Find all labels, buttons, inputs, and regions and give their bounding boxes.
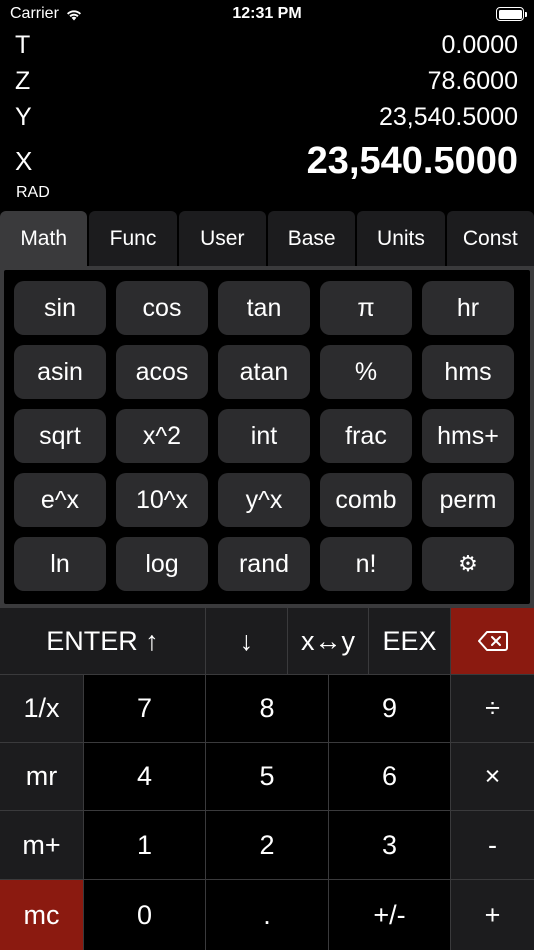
log-button[interactable]: log [116, 537, 208, 591]
hms-button[interactable]: hms [422, 345, 514, 399]
tab-base[interactable]: Base [267, 211, 356, 266]
memory-recall-button[interactable]: mr [0, 743, 84, 811]
register-value-t: 0.0000 [441, 31, 518, 59]
frac-button[interactable]: frac [320, 409, 412, 463]
memory-add-button[interactable]: m+ [0, 811, 84, 880]
sqrt-button[interactable]: sqrt [14, 409, 106, 463]
perm-button[interactable]: perm [422, 473, 514, 527]
cos-button[interactable]: cos [116, 281, 208, 335]
digit-1-button[interactable]: 1 [84, 811, 206, 880]
roll-down-button[interactable]: ↓ [206, 608, 288, 675]
settings-button[interactable]: ⚙ [422, 537, 514, 591]
tab-const[interactable]: Const [446, 211, 534, 266]
keypad-row-2: mr 4 5 6 × [0, 743, 534, 811]
backspace-icon [477, 631, 508, 651]
digit-3-button[interactable]: 3 [329, 811, 451, 880]
digit-8-button[interactable]: 8 [206, 675, 329, 743]
digit-0-button[interactable]: 0 [84, 880, 206, 950]
function-tabs: Math Func User Base Units Const [0, 211, 534, 266]
swap-xy-button[interactable]: x↔y [288, 608, 369, 675]
pow10-button[interactable]: 10^x [116, 473, 208, 527]
digit-7-button[interactable]: 7 [84, 675, 206, 743]
keypad-row-1: 1/x 7 8 9 ÷ [0, 675, 534, 743]
register-value-x[interactable]: 23,540.5000 [307, 140, 518, 183]
angle-mode-indicator: RAD [16, 184, 50, 201]
subtract-button[interactable]: - [451, 811, 534, 880]
tab-func[interactable]: Func [89, 211, 177, 266]
stack-register-t: T 0.0000 [0, 31, 534, 61]
atan-button[interactable]: atan [218, 345, 310, 399]
digit-6-button[interactable]: 6 [329, 743, 451, 811]
add-button[interactable]: + [451, 880, 534, 950]
hms-plus-button[interactable]: hms+ [422, 409, 514, 463]
exp-button[interactable]: e^x [14, 473, 106, 527]
keypad-row-3: m+ 1 2 3 - [0, 811, 534, 880]
comb-button[interactable]: comb [320, 473, 412, 527]
decimal-point-button[interactable]: . [206, 880, 329, 950]
register-value-y: 23,540.5000 [378, 103, 518, 131]
asin-button[interactable]: asin [14, 345, 106, 399]
gear-icon: ⚙ [458, 551, 478, 576]
backspace-button[interactable] [451, 608, 534, 675]
pi-button[interactable]: π [320, 281, 412, 335]
register-label-z: Z [15, 67, 31, 95]
keypad: ENTER ↑ ↓ x↔y EEX 1/x 7 8 9 ÷ mr 4 5 6 ×… [0, 608, 534, 950]
enter-button[interactable]: ENTER ↑ [0, 608, 206, 675]
digit-2-button[interactable]: 2 [206, 811, 329, 880]
register-label-t: T [15, 31, 31, 59]
keypad-row-enter: ENTER ↑ ↓ x↔y EEX [0, 608, 534, 675]
hr-button[interactable]: hr [422, 281, 514, 335]
function-panel: sin cos tan π hr asin acos atan % hms sq… [0, 266, 534, 608]
register-label-x: X [15, 146, 33, 176]
digit-5-button[interactable]: 5 [206, 743, 329, 811]
function-grid: sin cos tan π hr asin acos atan % hms sq… [14, 281, 514, 591]
ln-button[interactable]: ln [14, 537, 106, 591]
status-bar: Carrier 12:31 PM [0, 0, 534, 30]
tab-units[interactable]: Units [357, 211, 445, 266]
register-value-z: 78.6000 [427, 67, 518, 95]
digit-4-button[interactable]: 4 [84, 743, 206, 811]
stack-register-z: Z 78.6000 [0, 67, 534, 97]
divide-button[interactable]: ÷ [451, 675, 534, 743]
rand-button[interactable]: rand [218, 537, 310, 591]
digit-9-button[interactable]: 9 [329, 675, 451, 743]
factorial-button[interactable]: n! [320, 537, 412, 591]
tab-user[interactable]: User [178, 211, 266, 266]
function-panel-inner: sin cos tan π hr asin acos atan % hms sq… [4, 270, 530, 604]
keypad-row-4: mc 0 . +/- + [0, 880, 534, 950]
percent-button[interactable]: % [320, 345, 412, 399]
stack-register-y: Y 23,540.5000 [0, 103, 534, 133]
tab-math[interactable]: Math [0, 211, 88, 266]
memory-clear-button[interactable]: mc [0, 880, 84, 950]
clock: 12:31 PM [232, 5, 302, 22]
battery-icon [496, 7, 527, 21]
eex-button[interactable]: EEX [369, 608, 451, 675]
reciprocal-button[interactable]: 1/x [0, 675, 84, 743]
square-button[interactable]: x^2 [116, 409, 208, 463]
multiply-button[interactable]: × [451, 743, 534, 811]
tan-button[interactable]: tan [218, 281, 310, 335]
sin-button[interactable]: sin [14, 281, 106, 335]
power-button[interactable]: y^x [218, 473, 310, 527]
acos-button[interactable]: acos [116, 345, 208, 399]
register-label-y: Y [15, 103, 32, 131]
change-sign-button[interactable]: +/- [329, 880, 451, 950]
stack-register-x[interactable]: X 23,540.5000 [0, 140, 534, 184]
int-button[interactable]: int [218, 409, 310, 463]
